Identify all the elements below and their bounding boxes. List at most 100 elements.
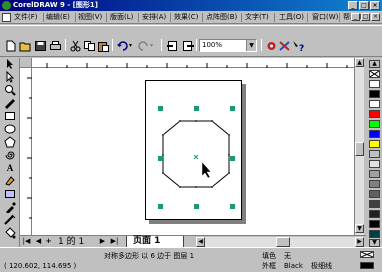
- menu-arrange[interactable]: 安排(A): [142, 12, 166, 23]
- scroll-down-icon[interactable]: ▼: [355, 224, 364, 233]
- palette-swatch[interactable]: [369, 230, 380, 238]
- new-document-icon[interactable]: [4, 40, 17, 52]
- menu-edit[interactable]: 编辑(E): [46, 12, 70, 23]
- no-color-swatch[interactable]: [369, 70, 380, 78]
- scroll-right-icon[interactable]: ▶: [355, 237, 364, 247]
- menu-window[interactable]: 窗口(W): [312, 12, 338, 23]
- vertical-scrollbar[interactable]: ▲ ▼: [354, 58, 364, 235]
- palette-scroll-down-icon[interactable]: ▼: [369, 239, 380, 247]
- zoom-level-select[interactable]: 100% ▼: [199, 39, 257, 52]
- horizontal-ruler[interactable]: [32, 58, 354, 68]
- rectangle-tool-icon[interactable]: [3, 110, 17, 122]
- maximize-button[interactable]: □: [359, 1, 369, 10]
- previous-page-icon[interactable]: ◀: [34, 237, 43, 246]
- zoom-tool-icon[interactable]: [3, 84, 17, 96]
- coreldraw-app-icon[interactable]: [2, 1, 11, 10]
- selection-handle-bottom-right[interactable]: [230, 204, 235, 209]
- selection-handle-bottom[interactable]: [194, 204, 199, 209]
- selection-handle-bottom-left[interactable]: [158, 204, 163, 209]
- palette-swatch[interactable]: [369, 220, 380, 228]
- shape-tool-icon[interactable]: [3, 70, 17, 83]
- menu-separator: [202, 13, 203, 22]
- menu-layout[interactable]: 版面(L): [110, 12, 133, 23]
- add-page-icon[interactable]: +: [44, 237, 53, 246]
- minimize-button[interactable]: _: [348, 1, 358, 10]
- horizontal-scrollbar[interactable]: ◀ ▶: [196, 237, 364, 247]
- scroll-up-icon[interactable]: ▲: [355, 58, 364, 67]
- page-navigator: |◀ ◀ + 1 的 1 ▶ ▶| 页面 1 ◀ ▶: [20, 235, 366, 248]
- cut-icon[interactable]: [69, 40, 82, 52]
- save-icon[interactable]: [34, 40, 47, 52]
- import-icon[interactable]: [166, 40, 179, 52]
- palette-swatch[interactable]: [369, 170, 380, 178]
- ruler-origin[interactable]: [20, 58, 32, 68]
- selection-handle-right[interactable]: [230, 156, 235, 161]
- fill-tool-icon[interactable]: [3, 227, 17, 239]
- hexagon-shape[interactable]: [162, 120, 230, 188]
- export-icon[interactable]: [181, 40, 194, 52]
- undo-icon[interactable]: [116, 40, 129, 52]
- title-bar: CorelDRAW 9 - [图形1] _ □ ×: [0, 0, 382, 11]
- zoom-dropdown-arrow[interactable]: ▼: [246, 40, 256, 51]
- palette-swatch[interactable]: [369, 130, 380, 138]
- freehand-tool-icon[interactable]: [3, 97, 17, 109]
- open-icon[interactable]: [19, 40, 32, 52]
- redo-icon[interactable]: [137, 40, 150, 52]
- palette-swatch[interactable]: [369, 110, 380, 118]
- palette-swatch[interactable]: [369, 120, 380, 128]
- palette-swatch[interactable]: [369, 140, 380, 148]
- selection-handle-top-left[interactable]: [158, 106, 163, 111]
- palette-swatch[interactable]: [369, 90, 380, 98]
- selection-handle-left[interactable]: [158, 156, 163, 161]
- doc-minimize-button[interactable]: _: [351, 13, 360, 21]
- menu-file[interactable]: 文件(F): [14, 12, 38, 23]
- interactive-fill-icon[interactable]: [3, 175, 17, 187]
- document-icon[interactable]: [2, 13, 11, 22]
- palette-scroll-up-icon[interactable]: ▲: [369, 60, 380, 68]
- text-tool-icon[interactable]: A: [3, 162, 17, 174]
- spiral-tool-icon[interactable]: [3, 149, 17, 161]
- polygon-tool-icon[interactable]: [3, 136, 17, 148]
- vertical-ruler[interactable]: [20, 68, 32, 235]
- doc-restore-button[interactable]: □: [361, 13, 370, 21]
- menu-bitmaps[interactable]: 点阵图(B): [206, 12, 237, 23]
- corel-online-icon[interactable]: [278, 40, 291, 52]
- fill-swatch[interactable]: [360, 251, 374, 258]
- paste-icon[interactable]: [97, 40, 110, 52]
- outline-swatch[interactable]: [360, 262, 374, 269]
- next-page-icon[interactable]: ▶: [98, 237, 107, 246]
- window-title: CorelDRAW 9 - [图形1]: [13, 1, 98, 9]
- ellipse-tool-icon[interactable]: [3, 123, 17, 135]
- selection-handle-top[interactable]: [194, 106, 199, 111]
- selection-handle-top-right[interactable]: [230, 106, 235, 111]
- menu-text[interactable]: 文字(T): [245, 12, 269, 23]
- whats-this-icon[interactable]: ?: [292, 40, 305, 54]
- palette-swatch[interactable]: [369, 180, 380, 188]
- palette-swatch[interactable]: [369, 160, 380, 168]
- first-page-icon[interactable]: |◀: [22, 237, 31, 246]
- horizontal-scroll-thumb[interactable]: [276, 237, 290, 247]
- palette-swatch[interactable]: [369, 150, 380, 158]
- drawing-canvas[interactable]: [32, 68, 354, 235]
- copy-icon[interactable]: [83, 40, 96, 52]
- doc-close-button[interactable]: ×: [371, 13, 380, 21]
- menu-view[interactable]: 视图(V): [78, 12, 102, 23]
- palette-swatch[interactable]: [369, 190, 380, 198]
- outline-tool-icon[interactable]: [3, 214, 17, 226]
- print-icon[interactable]: [49, 40, 62, 52]
- application-launcher-icon[interactable]: [265, 40, 278, 52]
- palette-swatch[interactable]: [369, 200, 380, 208]
- menu-effects[interactable]: 效果(C): [174, 12, 198, 23]
- palette-swatch[interactable]: [369, 80, 380, 88]
- scroll-left-icon[interactable]: ◀: [196, 237, 205, 247]
- last-page-icon[interactable]: ▶|: [110, 237, 119, 246]
- palette-swatch[interactable]: [369, 210, 380, 218]
- vertical-scroll-thumb[interactable]: [355, 142, 364, 156]
- menu-tools[interactable]: 工具(O): [279, 12, 304, 23]
- palette-swatch[interactable]: [369, 100, 380, 108]
- toolbar-separator: [196, 39, 197, 51]
- close-button[interactable]: ×: [370, 1, 380, 10]
- transparency-tool-icon[interactable]: [3, 188, 17, 200]
- pick-tool-icon[interactable]: [3, 58, 17, 70]
- eyedropper-icon[interactable]: [3, 201, 17, 214]
